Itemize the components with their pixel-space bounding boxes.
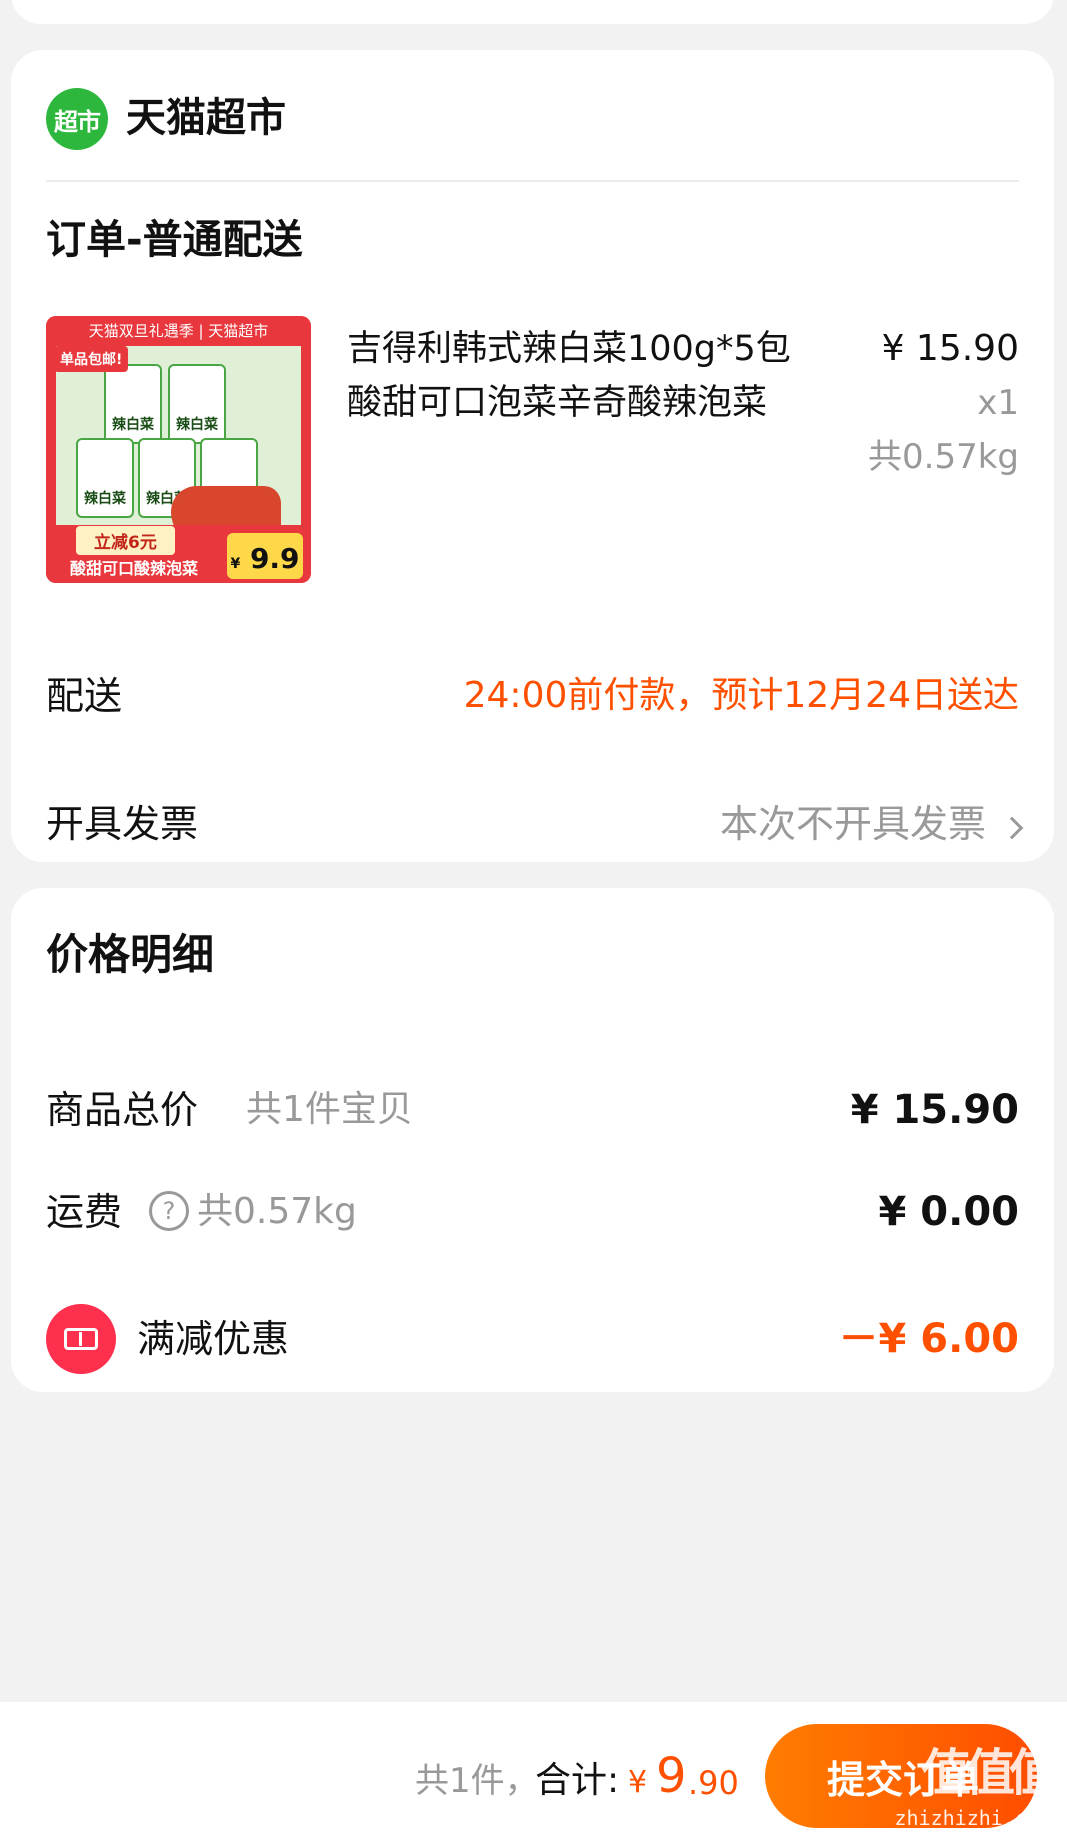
shipping-weight: 共0.57kg (197, 1191, 357, 1232)
watermark-url: zhizhizhi.com (894, 1806, 1051, 1830)
shipping-label: 运费 (46, 1190, 123, 1234)
goods-count: 共1件宝贝 (246, 1089, 413, 1130)
total-label: 合计: (535, 1760, 620, 1801)
product-weight: 共0.57kg (868, 437, 1019, 477)
image-body: 辣白菜 辣白菜 辣白菜 辣白菜 辣白菜 (56, 346, 301, 546)
order-title: 订单-普通配送 (46, 217, 303, 263)
invoice-value[interactable]: 本次不开具发票 (720, 796, 986, 852)
discount-value: －¥ 6.00 (838, 1316, 1019, 1362)
order-card: 超市 天猫超市 订单-普通配送 天猫双旦礼遇季 | 天猫超市 辣白菜 辣白菜 辣… (11, 50, 1054, 862)
product-price: ¥ 15.90 (881, 328, 1019, 369)
product-title[interactable]: 吉得利韩式辣白菜100g*5包酸甜可口泡菜辛奇酸辣泡菜 (347, 322, 817, 430)
shipping-value: ¥ 0.00 (878, 1189, 1019, 1235)
price-detail-title: 价格明细 (46, 930, 215, 979)
product-image[interactable]: 天猫双旦礼遇季 | 天猫超市 辣白菜 辣白菜 辣白菜 辣白菜 辣白菜 单品包邮!… (46, 316, 311, 583)
total-amount-integer: 9 (656, 1748, 687, 1804)
delivery-estimate: 24:00前付款，预计12月24日送达 (463, 675, 1019, 716)
discount-label[interactable]: 满减优惠 (137, 1311, 289, 1367)
image-pack: 辣白菜 (168, 364, 226, 444)
image-price: ¥ 9.9 (227, 533, 303, 579)
coupon-icon (46, 1304, 116, 1374)
invoice-label[interactable]: 开具发票 (46, 796, 198, 852)
goods-total-label: 商品总价 (46, 1088, 199, 1132)
goods-total-value: ¥ 15.90 (850, 1087, 1019, 1133)
product-quantity: x1 (977, 383, 1019, 423)
store-name[interactable]: 天猫超市 (126, 90, 286, 146)
image-tag: 单品包邮! (54, 346, 129, 372)
item-count: 共1件， (415, 1761, 539, 1801)
image-slogan: 酸甜可口酸辣泡菜 (70, 559, 199, 578)
help-icon[interactable]: ? (149, 1191, 189, 1231)
store-logo: 超市 (46, 88, 108, 150)
previous-card-stub (11, 0, 1054, 24)
price-detail-card: 价格明细 商品总价 共1件宝贝 ¥ 15.90 运费 ? 共0.57kg ¥ 0… (11, 888, 1054, 1392)
delivery-label: 配送 (46, 674, 123, 718)
image-banner: 天猫双旦礼遇季 | 天猫超市 (46, 316, 311, 346)
total-currency: ¥ (628, 1765, 648, 1800)
image-pack: 辣白菜 (76, 438, 134, 518)
divider (46, 180, 1019, 182)
total-amount-decimal: .90 (688, 1764, 739, 1802)
chevron-right-icon[interactable] (1000, 816, 1024, 840)
image-pack: 辣白菜 (104, 364, 162, 444)
image-promo: 立减6元 (76, 526, 175, 555)
